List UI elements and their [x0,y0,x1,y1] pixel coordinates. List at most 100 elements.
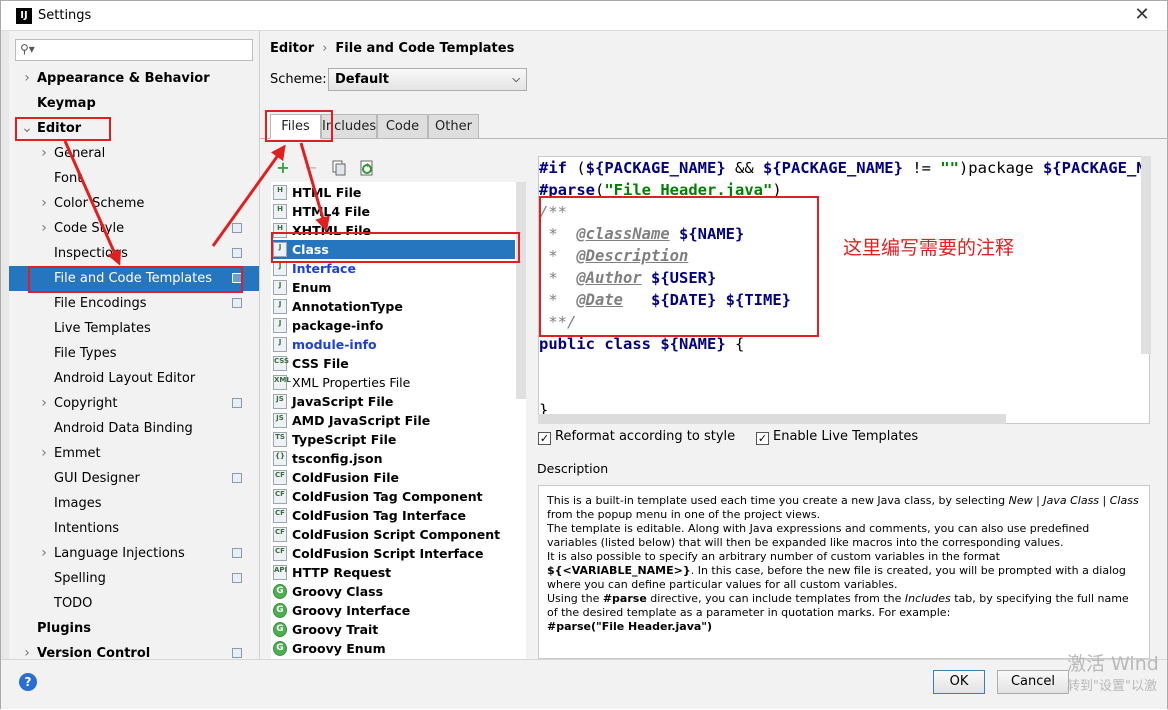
tab-other[interactable]: Other [428,114,479,139]
chevron-right-icon[interactable]: › [21,641,33,659]
sidebar-item-font[interactable]: Font [9,166,259,191]
sidebar-item-label: Plugins [37,621,91,636]
sidebar-item-file-encodings[interactable]: File Encodings [9,291,259,316]
template-item-xml-properties-file[interactable]: XML XML Properties File [271,373,515,392]
template-item-label: Groovy Class [292,584,384,599]
live-templates-checkbox[interactable]: ✓ Enable Live Templates [756,429,918,445]
reformat-checkbox[interactable]: ✓ Reformat according to style [538,429,735,445]
sidebar-item-code-style[interactable]: › Code Style [9,216,259,241]
project-settings-icon [232,298,242,308]
close-button[interactable]: ✕ [1131,4,1153,26]
sidebar-item-spelling[interactable]: Spelling [9,566,259,591]
sidebar-item-label: Appearance & Behavior [37,71,210,86]
sidebar-item-keymap[interactable]: Keymap [9,91,259,116]
project-settings-icon [232,573,242,583]
help-button[interactable]: ? [19,673,37,691]
sidebar-item-language-injections[interactable]: › Language Injections [9,541,259,566]
template-item-label: HTML File [292,185,362,200]
settings-search-input[interactable]: ⚲▾ [15,39,253,61]
sidebar-item-version-control[interactable]: › Version Control [9,641,259,659]
editor-horizontal-scrollbar[interactable] [538,414,1006,424]
chevron-right-icon[interactable]: › [38,541,50,566]
template-item-package-info[interactable]: Jpackage-info [271,316,515,335]
project-settings-icon [232,648,242,658]
cf-file-icon: CF [273,508,287,523]
template-item-groovy-enum[interactable]: G Groovy Enum [271,639,515,658]
ok-button[interactable]: OK [933,670,985,694]
reset-template-button[interactable] [357,157,377,179]
scheme-dropdown[interactable]: Default ⌵ [328,68,527,91]
sidebar-item-android-data-binding[interactable]: Android Data Binding [9,416,259,441]
template-item-groovy-interface[interactable]: G Groovy Interface [271,601,515,620]
chevron-right-icon[interactable]: › [21,66,33,91]
copy-template-button[interactable] [329,157,349,179]
template-item-module-info[interactable]: Jmodule-info [271,335,515,354]
sidebar-item-copyright[interactable]: › Copyright [9,391,259,416]
sidebar-item-label: Code Style [54,221,125,236]
remove-template-button[interactable]: − [301,157,321,179]
sidebar-item-label: Images [54,496,102,511]
template-item-label: AnnotationType [292,299,403,314]
sidebar-item-live-templates[interactable]: Live Templates [9,316,259,341]
sidebar-item-label: Emmet [54,446,101,461]
template-item-label: TypeScript File [292,432,397,447]
template-item-coldfusion-tag-component[interactable]: CF ColdFusion Tag Component [271,487,515,506]
template-item-label: CSS File [292,356,349,371]
template-list-scrollbar[interactable] [516,182,526,399]
groovy-file-icon: G [273,603,287,618]
sidebar-item-gui-designer[interactable]: GUI Designer [9,466,259,491]
template-item-label: Groovy Trait [292,622,379,637]
api-file-icon: API [273,565,287,580]
template-item-label: ColdFusion Tag Component [292,489,483,504]
chevron-right-icon[interactable]: › [38,216,50,241]
json-file-icon: {} [273,451,287,466]
background-window-strip [1,31,9,681]
j-file-icon: J [273,299,287,314]
sidebar-item-emmet[interactable]: › Emmet [9,441,259,466]
template-item-coldfusion-script-component[interactable]: CF ColdFusion Script Component [271,525,515,544]
sidebar-item-todo[interactable]: TODO [9,591,259,616]
template-item-typescript-file[interactable]: TS TypeScript File [271,430,515,449]
template-item-tsconfig-json[interactable]: {} tsconfig.json [271,449,515,468]
template-item-css-file[interactable]: CSS CSS File [271,354,515,373]
chevron-right-icon[interactable]: › [38,391,50,416]
editor-vertical-scrollbar[interactable] [1141,156,1151,354]
chevron-right-icon[interactable]: › [38,441,50,466]
tab-code[interactable]: Code [377,114,428,139]
sidebar-item-color-scheme[interactable]: › Color Scheme [9,191,259,216]
groovy-file-icon: G [273,641,287,656]
template-item-http-request[interactable]: API HTTP Request [271,563,515,582]
template-item-html-file[interactable]: H HTML File [271,183,515,202]
template-item-groovy-trait[interactable]: G Groovy Trait [271,620,515,639]
breadcrumb-current: File and Code Templates [335,41,515,56]
sidebar-item-general[interactable]: › General [9,141,259,166]
cancel-button[interactable]: Cancel [997,670,1069,694]
sidebar-item-appearance-behavior[interactable]: › Appearance & Behavior [9,66,259,91]
template-item-coldfusion-file[interactable]: CF ColdFusion File [271,468,515,487]
sidebar-item-label: GUI Designer [54,471,140,486]
sidebar-item-file-types[interactable]: File Types [9,341,259,366]
description-panel: This is a built-in template used each ti… [538,485,1150,659]
chevron-right-icon[interactable]: › [38,141,50,166]
sidebar-item-images[interactable]: Images [9,491,259,516]
sidebar-item-inspections[interactable]: Inspections [9,241,259,266]
template-item-javascript-file[interactable]: JS JavaScript File [271,392,515,411]
sidebar-item-label: Copyright [54,396,118,411]
windows-activation-watermark-subtitle: 转到"设置"以激 [1067,679,1157,694]
template-item-amd-javascript-file[interactable]: JS AMD JavaScript File [271,411,515,430]
sidebar-item-plugins[interactable]: Plugins [9,616,259,641]
template-item-html4-file[interactable]: H HTML4 File [271,202,515,221]
breadcrumb-parent[interactable]: Editor [270,41,314,56]
description-paragraph: It is also possible to specify an arbitr… [547,550,1126,591]
template-item-coldfusion-tag-interface[interactable]: CF ColdFusion Tag Interface [271,506,515,525]
sidebar-item-intentions[interactable]: Intentions [9,516,259,541]
template-item-groovy-class[interactable]: G Groovy Class [271,582,515,601]
template-item-annotationtype[interactable]: J AnnotationType [271,297,515,316]
chevron-right-icon[interactable]: › [38,191,50,216]
groovy-file-icon: G [273,622,287,637]
annotation-box-class [271,232,520,263]
template-item-enum[interactable]: J Enum [271,278,515,297]
template-item-coldfusion-script-interface[interactable]: CF ColdFusion Script Interface [271,544,515,563]
add-template-button[interactable]: + [273,157,293,179]
sidebar-item-android-layout-editor[interactable]: Android Layout Editor [9,366,259,391]
